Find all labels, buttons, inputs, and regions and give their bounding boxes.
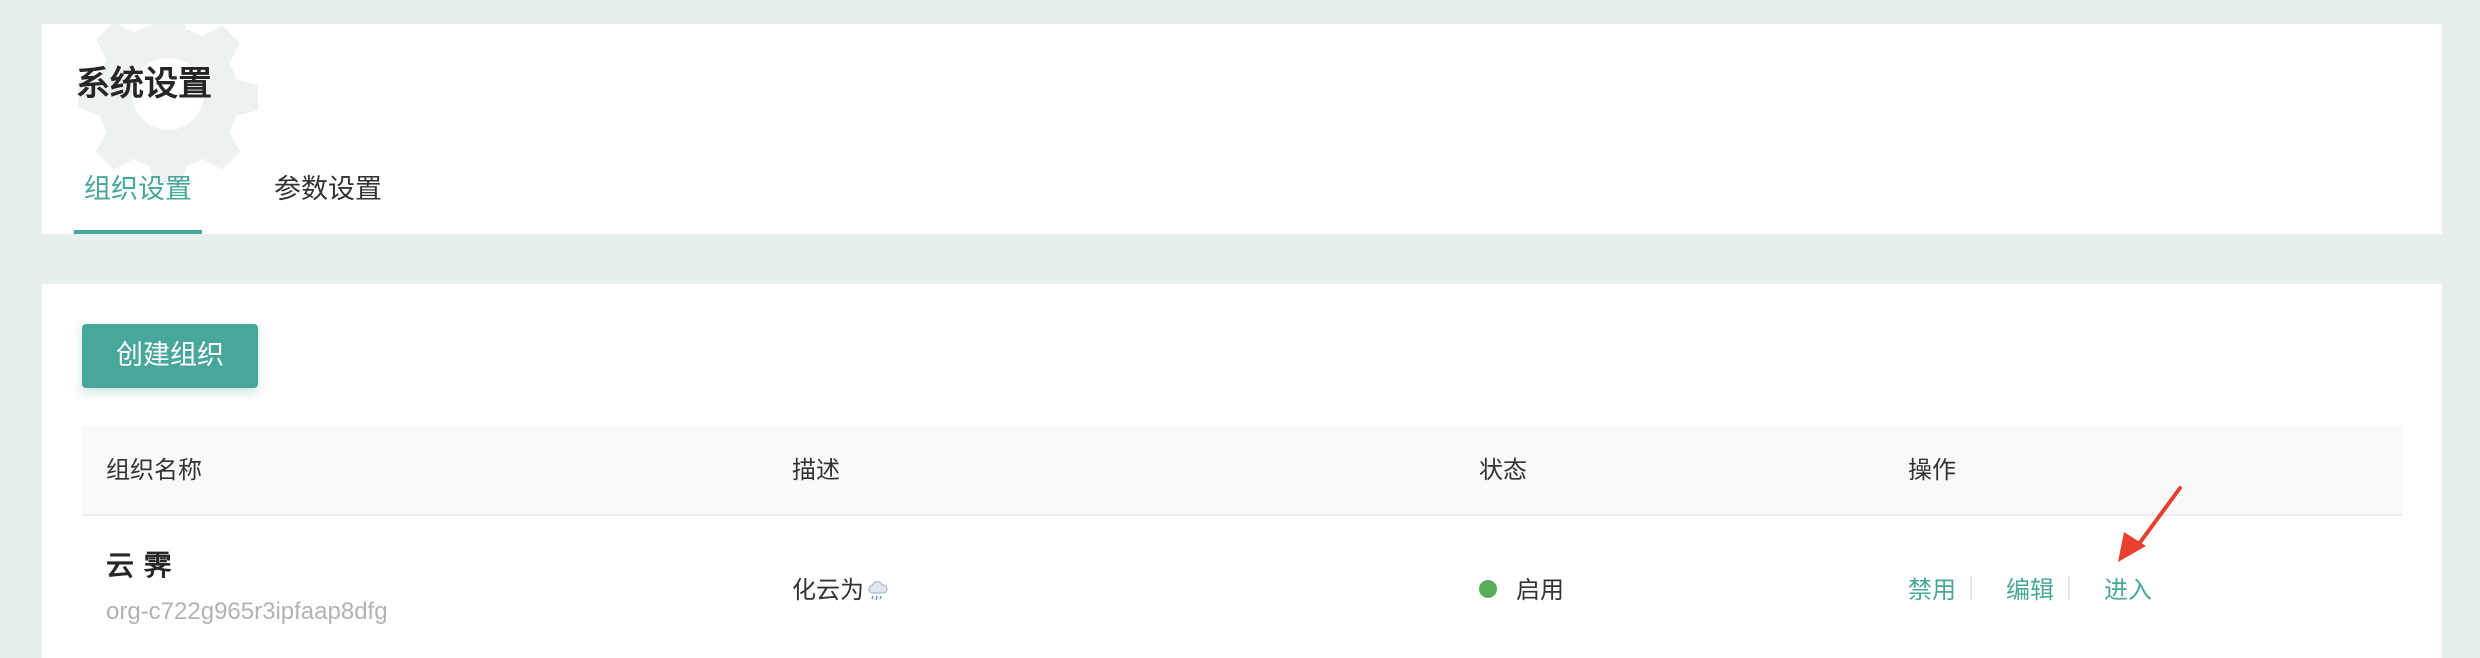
enter-link[interactable]: 进入 [2104, 570, 2152, 605]
status-text: 启用 [1516, 576, 1564, 604]
tab-label: 组织设置 [84, 174, 192, 205]
table-header: 组织名称 描述 状态 操作 [82, 426, 2402, 516]
table-row: 云 霁 org-c722g965r3ipfaap8dfg 化云为 启用 禁用 编… [82, 516, 2402, 658]
edit-link[interactable]: 编辑 [2006, 570, 2054, 605]
tab-parameter-settings[interactable]: 参数设置 [258, 168, 398, 234]
column-header-description: 描述 [792, 456, 840, 484]
tab-organization-settings[interactable]: 组织设置 [74, 168, 202, 234]
disable-link[interactable]: 禁用 [1908, 570, 1956, 605]
status-indicator-dot [1479, 580, 1497, 598]
org-id: org-c722g965r3ipfaap8dfg [106, 598, 388, 625]
column-header-status: 状态 [1479, 456, 1527, 484]
annotation-arrow-icon [2118, 486, 2182, 562]
org-description: 化云为 [792, 570, 890, 605]
organization-table: 组织名称 描述 状态 操作 云 霁 org-c722g965r3ipfaap8d… [82, 426, 2402, 658]
column-header-org-name: 组织名称 [106, 456, 202, 484]
action-divider [2068, 576, 2070, 600]
column-header-actions: 操作 [1908, 456, 1956, 484]
description-text: 化云为 [792, 576, 864, 604]
active-tab-indicator [74, 230, 202, 234]
page-title: 系统设置 [76, 64, 212, 104]
org-name: 云 霁 [106, 549, 172, 582]
create-organization-button[interactable]: 创建组织 [82, 324, 258, 388]
tab-label: 参数设置 [274, 174, 382, 205]
header-panel: 系统设置 组织设置 参数设置 [42, 24, 2442, 234]
action-divider [1970, 576, 1972, 600]
content-panel: 创建组织 组织名称 描述 状态 操作 云 霁 org-c722g965r3ipf… [42, 284, 2442, 658]
rain-cloud-icon [868, 581, 888, 601]
